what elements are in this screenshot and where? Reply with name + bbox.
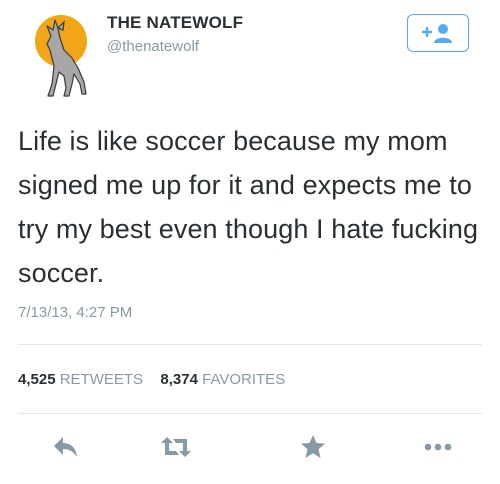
reply-icon [54, 437, 77, 457]
tweet-stats: 4,525 RETWEETS 8,374 FAVORITES [18, 371, 285, 388]
tweet-card: THE NATEWOLF @thenatewolf Life is like s… [0, 0, 500, 484]
favorite-count: 8,374 [160, 371, 198, 388]
favorite-label: FAVORITES [202, 371, 286, 388]
favorite-stat[interactable]: 8,374 FAVORITES [160, 371, 285, 388]
more-button[interactable] [418, 432, 458, 462]
retweet-button[interactable] [156, 432, 196, 462]
wolf-avatar-icon [35, 15, 87, 97]
favorite-button[interactable] [293, 432, 333, 462]
retweet-count: 4,525 [18, 371, 56, 388]
tweet-actions [0, 432, 500, 462]
retweet-icon [161, 437, 191, 457]
divider [18, 344, 482, 345]
avatar[interactable] [28, 14, 94, 100]
tweet-timestamp[interactable]: 7/13/13, 4:27 PM [18, 304, 132, 321]
follow-button[interactable] [407, 14, 469, 52]
user-handle[interactable]: @thenatewolf [107, 38, 199, 55]
favorite-star-icon [301, 435, 325, 458]
more-dots-icon [424, 443, 452, 451]
reply-button[interactable] [46, 432, 86, 462]
display-name[interactable]: THE NATEWOLF [107, 13, 243, 33]
divider [18, 413, 482, 414]
add-user-icon [421, 24, 452, 43]
retweet-stat[interactable]: 4,525 RETWEETS [18, 371, 147, 388]
retweet-label: RETWEETS [59, 371, 144, 388]
tweet-text: Life is like soccer because my mom signe… [18, 126, 479, 288]
